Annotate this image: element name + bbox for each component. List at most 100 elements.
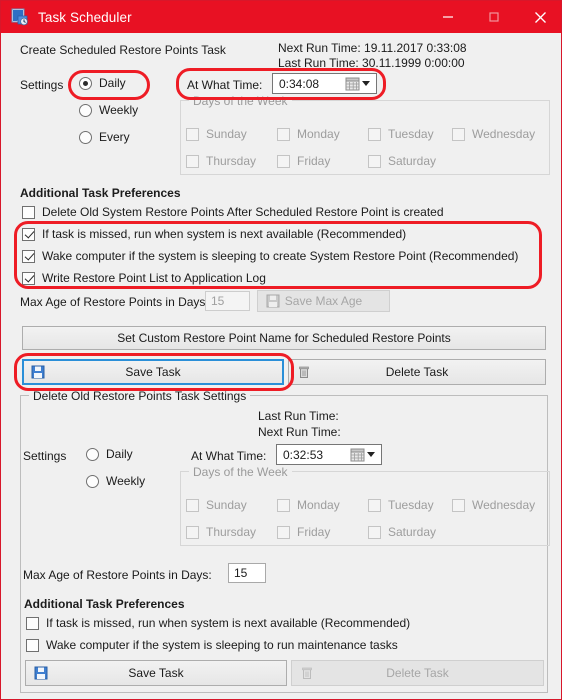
checkbox-box <box>186 127 199 141</box>
bottom-last-run-time: Last Run Time: <box>258 409 339 423</box>
checkbox-label: Wednesday <box>472 127 536 141</box>
bottom-delete-task-button[interactable]: Delete Task <box>291 660 544 686</box>
save-task-button[interactable]: Save Task <box>22 359 284 385</box>
checkbox-box <box>22 227 35 241</box>
calendar-icon <box>350 448 365 462</box>
checkbox-label: Tuesday <box>388 498 434 512</box>
delete-task-label: Delete Task <box>385 365 449 379</box>
bottom-checkbox-thursday[interactable]: Thursday <box>186 525 256 539</box>
days-of-week-legend: Days of the Week <box>189 94 292 108</box>
bottom-checkbox-wake-computer[interactable]: Wake computer if the system is sleeping … <box>26 638 398 652</box>
chevron-down-icon[interactable] <box>367 452 375 457</box>
checkbox-box <box>368 498 381 512</box>
set-custom-restore-point-name-button[interactable]: Set Custom Restore Point Name for Schedu… <box>22 326 546 350</box>
bottom-checkbox-friday[interactable]: Friday <box>277 525 330 539</box>
checkbox-label: Saturday <box>388 525 437 539</box>
at-what-time-label: At What Time: <box>187 78 263 92</box>
bottom-at-what-time-picker[interactable]: 0:32:53 <box>276 444 382 465</box>
checkbox-label: Thursday <box>206 154 257 168</box>
close-button[interactable] <box>517 1 561 33</box>
bottom-checkbox-monday[interactable]: Monday <box>277 498 340 512</box>
checkbox-wednesday[interactable]: Wednesday <box>452 127 535 141</box>
checkbox-box <box>368 525 381 539</box>
checkbox-box <box>186 154 199 168</box>
chevron-down-icon[interactable] <box>362 81 370 86</box>
bottom-checkbox-wednesday[interactable]: Wednesday <box>452 498 535 512</box>
delete-old-restore-points-legend: Delete Old Restore Points Task Settings <box>29 389 251 403</box>
checkbox-label: Wake computer if the system is sleeping … <box>42 249 519 263</box>
next-run-time: Next Run Time: 19.11.2017 0:33:08 <box>278 41 467 55</box>
checkbox-label: Tuesday <box>388 127 434 141</box>
bottom-checkbox-sunday[interactable]: Sunday <box>186 498 247 512</box>
radio-label: Weekly <box>106 474 146 488</box>
checkbox-box <box>22 249 35 263</box>
checkbox-box <box>452 127 465 141</box>
bottom-additional-task-preferences-heading: Additional Task Preferences <box>24 597 185 611</box>
bottom-radio-weekly[interactable]: Weekly <box>86 474 145 488</box>
checkbox-write-to-application-log[interactable]: Write Restore Point List to Application … <box>22 271 266 285</box>
checkbox-box <box>277 127 290 141</box>
last-run-time: Last Run Time: 30.11.1999 0:00:00 <box>278 56 465 70</box>
checkbox-run-if-missed[interactable]: If task is missed, run when system is ne… <box>22 227 406 241</box>
checkbox-tuesday[interactable]: Tuesday <box>368 127 434 141</box>
checkbox-monday[interactable]: Monday <box>277 127 340 141</box>
client-area: Create Scheduled Restore Points Task Nex… <box>2 33 561 699</box>
bottom-checkbox-saturday[interactable]: Saturday <box>368 525 436 539</box>
bottom-max-age-label: Max Age of Restore Points in Days: <box>23 568 212 582</box>
trash-icon <box>300 666 314 680</box>
checkbox-box <box>277 154 290 168</box>
page-title: Create Scheduled Restore Points Task <box>20 43 226 57</box>
checkbox-box <box>452 498 465 512</box>
additional-task-preferences-heading: Additional Task Preferences <box>20 186 181 200</box>
checkbox-delete-old-restore-points[interactable]: Delete Old System Restore Points After S… <box>22 205 444 219</box>
checkbox-thursday[interactable]: Thursday <box>186 154 256 168</box>
checkbox-sunday[interactable]: Sunday <box>186 127 247 141</box>
radio-daily[interactable]: Daily <box>79 76 126 90</box>
maximize-button[interactable] <box>471 1 517 33</box>
radio-weekly[interactable]: Weekly <box>79 103 138 117</box>
checkbox-label: Monday <box>297 498 340 512</box>
checkbox-box <box>22 205 35 219</box>
bottom-save-task-button[interactable]: Save Task <box>25 660 287 686</box>
max-age-input[interactable]: 15 <box>205 291 250 311</box>
checkbox-box <box>186 525 199 539</box>
radio-knob <box>79 103 92 117</box>
save-max-age-label: Save Max Age <box>284 294 363 308</box>
checkbox-label: If task is missed, run when system is ne… <box>46 616 411 630</box>
checkbox-label: Friday <box>297 525 331 539</box>
checkbox-label: Friday <box>297 154 331 168</box>
bottom-max-age-input[interactable]: 15 <box>228 563 266 583</box>
radio-label: Weekly <box>99 103 139 117</box>
radio-every[interactable]: Every <box>79 130 130 144</box>
save-max-age-button[interactable]: Save Max Age <box>257 290 390 312</box>
radio-knob <box>86 447 99 461</box>
task-scheduler-window: Task Scheduler Create Scheduled Restore … <box>0 0 562 700</box>
checkbox-label: Saturday <box>388 154 437 168</box>
bottom-checkbox-run-if-missed[interactable]: If task is missed, run when system is ne… <box>26 616 410 630</box>
window-controls <box>425 1 561 33</box>
radio-label: Daily <box>106 447 133 461</box>
bottom-max-age-value: 15 <box>234 566 248 580</box>
bottom-radio-daily[interactable]: Daily <box>86 447 133 461</box>
checkbox-box <box>22 271 35 285</box>
checkbox-box <box>368 154 381 168</box>
settings-label: Settings <box>20 78 64 92</box>
save-icon <box>31 365 45 379</box>
checkbox-label: Thursday <box>206 525 257 539</box>
bottom-at-what-time-label: At What Time: <box>191 449 267 463</box>
checkbox-label: Write Restore Point List to Application … <box>42 271 266 285</box>
bottom-checkbox-tuesday[interactable]: Tuesday <box>368 498 434 512</box>
checkbox-saturday[interactable]: Saturday <box>368 154 436 168</box>
bottom-delete-task-label: Delete Task <box>386 666 449 680</box>
max-age-label: Max Age of Restore Points in Days: <box>20 295 209 309</box>
max-age-value: 15 <box>211 294 225 308</box>
minimize-button[interactable] <box>425 1 471 33</box>
delete-task-button[interactable]: Delete Task <box>288 359 546 385</box>
checkbox-box <box>26 638 39 652</box>
checkbox-label: Sunday <box>206 498 247 512</box>
checkbox-wake-computer[interactable]: Wake computer if the system is sleeping … <box>22 249 518 263</box>
task-scheduler-icon <box>10 7 30 27</box>
checkbox-box <box>277 498 290 512</box>
checkbox-friday[interactable]: Friday <box>277 154 330 168</box>
at-what-time-picker[interactable]: 0:34:08 <box>272 73 377 94</box>
